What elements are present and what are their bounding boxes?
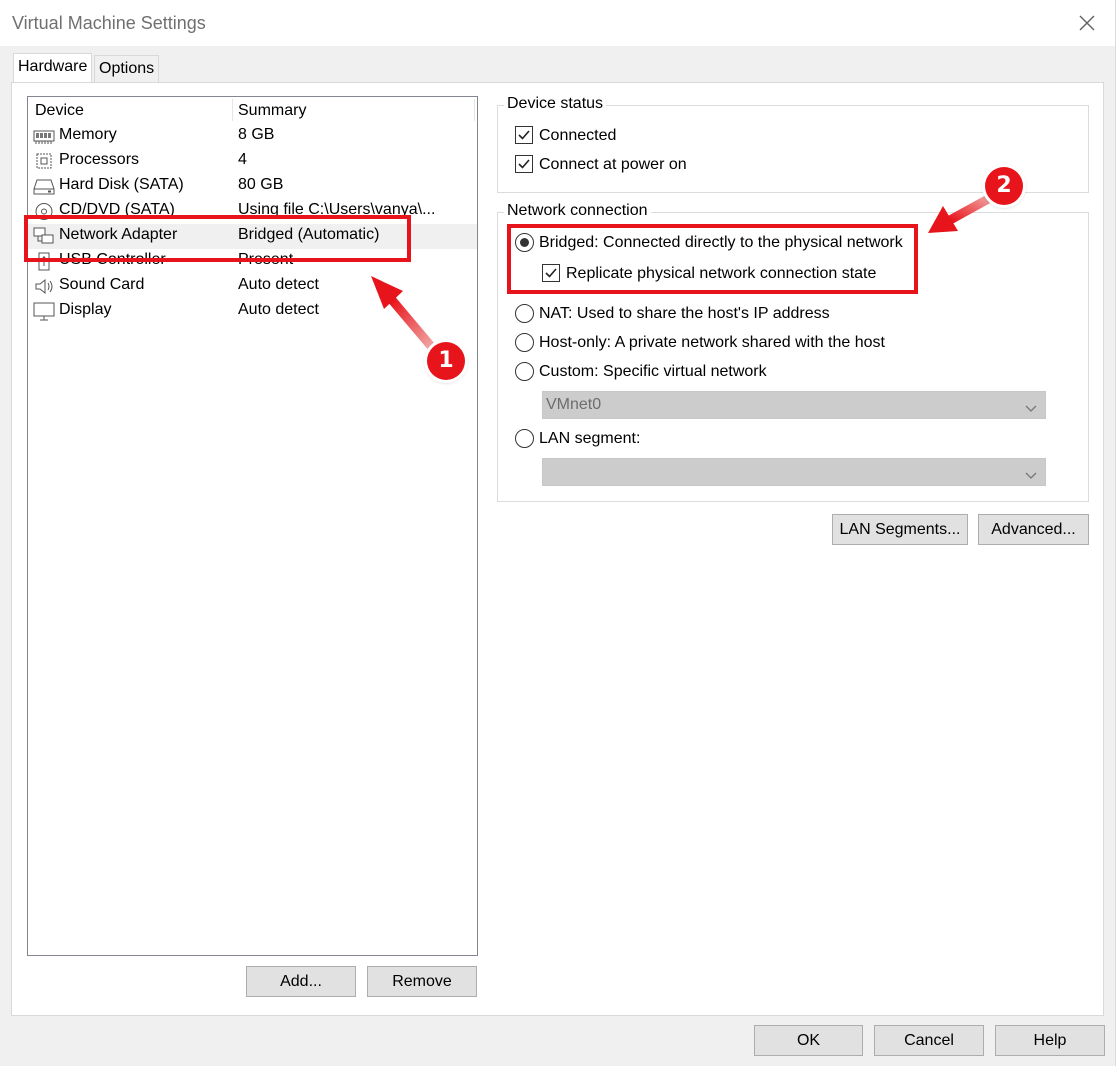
highlight-box-bridged xyxy=(507,224,918,294)
help-button[interactable]: Help xyxy=(995,1025,1105,1056)
tab-hardware[interactable]: Hardware xyxy=(13,53,93,83)
connected-label[interactable]: Connected xyxy=(539,127,616,145)
lan-segments-button[interactable]: LAN Segments... xyxy=(832,514,968,545)
hard-disk-icon xyxy=(33,177,55,196)
nat-radio[interactable] xyxy=(515,304,534,323)
device-summary: 4 xyxy=(238,151,247,168)
window-title: Virtual Machine Settings xyxy=(12,13,206,33)
device-name: Memory xyxy=(59,126,117,143)
ok-button[interactable]: OK xyxy=(754,1025,863,1056)
lan-segment-label[interactable]: LAN segment: xyxy=(539,430,640,448)
add-device-button[interactable]: Add... xyxy=(246,966,356,997)
chevron-down-icon xyxy=(1025,467,1037,485)
nat-label[interactable]: NAT: Used to share the host's IP address xyxy=(539,305,830,323)
device-row-hard-disk[interactable]: Hard Disk (SATA) 80 GB xyxy=(28,174,477,199)
device-name: Display xyxy=(59,301,112,318)
connected-checkbox[interactable] xyxy=(515,126,533,144)
speaker-icon xyxy=(33,277,55,296)
monitor-icon xyxy=(33,302,55,321)
device-summary: 8 GB xyxy=(238,126,275,143)
column-separator[interactable] xyxy=(232,99,233,121)
annotation-badge-2: 2 xyxy=(985,167,1023,205)
column-device[interactable]: Device xyxy=(35,102,84,120)
highlight-box-network-adapter xyxy=(24,215,411,262)
cancel-button[interactable]: Cancel xyxy=(874,1025,984,1056)
device-name: Processors xyxy=(59,151,140,168)
connect-at-power-on-label[interactable]: Connect at power on xyxy=(539,156,687,174)
title-bar: Virtual Machine Settings xyxy=(0,0,1116,46)
tab-options[interactable]: Options xyxy=(94,55,160,83)
device-row-display[interactable]: Display Auto detect xyxy=(28,299,477,324)
network-connection-legend: Network connection xyxy=(504,202,651,220)
lan-segment-radio[interactable] xyxy=(515,429,534,448)
custom-radio[interactable] xyxy=(515,362,534,381)
advanced-button[interactable]: Advanced... xyxy=(978,514,1089,545)
chevron-down-icon xyxy=(1025,400,1037,418)
device-list-header: Device Summary xyxy=(28,97,477,125)
column-separator[interactable] xyxy=(474,99,475,121)
device-row-memory[interactable]: Memory 8 GB xyxy=(28,124,477,149)
device-status-legend: Device status xyxy=(504,95,607,113)
column-summary[interactable]: Summary xyxy=(238,102,306,120)
host-only-radio[interactable] xyxy=(515,333,534,352)
device-name: Sound Card xyxy=(59,276,145,293)
device-summary: 80 GB xyxy=(238,176,284,193)
custom-network-select[interactable]: VMnet0 xyxy=(542,391,1046,419)
device-row-processors[interactable]: Processors 4 xyxy=(28,149,477,174)
memory-icon xyxy=(33,127,55,146)
device-summary: Auto detect xyxy=(238,301,319,318)
device-name: Hard Disk (SATA) xyxy=(59,176,184,193)
device-row-sound-card[interactable]: Sound Card Auto detect xyxy=(28,274,477,299)
remove-device-button[interactable]: Remove xyxy=(367,966,477,997)
custom-label[interactable]: Custom: Specific virtual network xyxy=(539,363,767,381)
annotation-badge-1: 1 xyxy=(427,342,465,380)
custom-network-value: VMnet0 xyxy=(546,396,602,413)
processor-icon xyxy=(33,152,55,171)
device-summary: Auto detect xyxy=(238,276,319,293)
host-only-label[interactable]: Host-only: A private network shared with… xyxy=(539,334,885,352)
close-icon[interactable] xyxy=(1072,8,1102,38)
lan-segment-select[interactable] xyxy=(542,458,1046,486)
connect-at-power-on-checkbox[interactable] xyxy=(515,155,533,173)
